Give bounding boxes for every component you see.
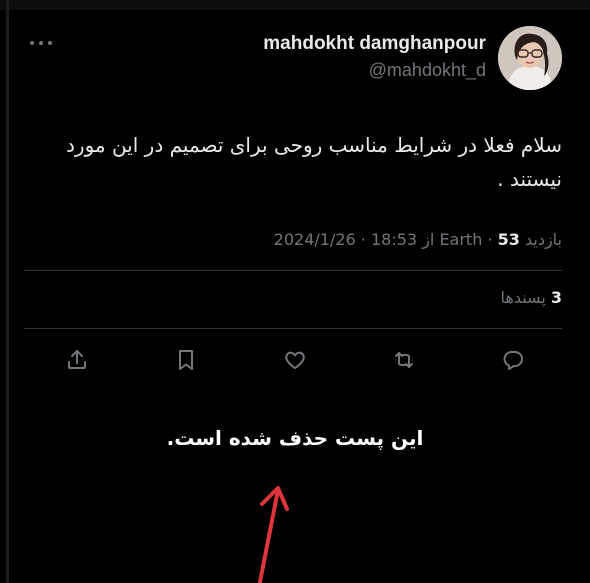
like-icon [285, 351, 305, 369]
more-options-button[interactable] [30, 36, 52, 50]
more-dot-icon [30, 41, 34, 45]
meta-date[interactable]: 2024/1/26 [274, 230, 356, 249]
user-avatar-photo-icon [498, 26, 562, 90]
repost-button[interactable] [389, 345, 419, 375]
views-count: 53 [497, 230, 520, 249]
more-dot-icon [39, 41, 43, 45]
arrow-annotation-icon [258, 486, 289, 583]
top-edge [0, 0, 590, 10]
more-dot-icon [48, 41, 52, 45]
author-handle[interactable]: @mahdokht_d [263, 57, 486, 83]
bookmark-button[interactable] [171, 345, 201, 375]
likes-number: 3 [550, 288, 562, 307]
likes-count[interactable]: 3 پسندها [501, 288, 563, 307]
meta-time[interactable]: 18:53 [371, 230, 417, 249]
views-label: بازدید [524, 230, 562, 249]
deleted-post-notice: این پست حذف شده است. [166, 426, 424, 450]
share-icon [68, 350, 86, 369]
reply-icon [503, 351, 523, 370]
thread-line [6, 0, 9, 583]
divider [24, 270, 562, 271]
author-block: mahdokht damghanpour @mahdokht_d [263, 32, 486, 83]
action-bar [62, 345, 528, 375]
share-button[interactable] [62, 345, 92, 375]
tweet-screen: mahdokht damghanpour @mahdokht_d سلام فع… [0, 0, 590, 583]
meta-location[interactable]: Earth [439, 230, 482, 249]
meta-from-word: از [422, 230, 435, 249]
post-text: سلام فعلا در شرایط مناسب روحی برای تصمیم… [66, 133, 562, 191]
like-button[interactable] [280, 345, 310, 375]
avatar[interactable] [498, 26, 562, 90]
repost-icon [395, 352, 413, 368]
divider [24, 328, 562, 329]
meta-separator: · [482, 230, 498, 249]
reply-button[interactable] [498, 345, 528, 375]
bookmark-icon [179, 350, 193, 370]
author-display-name[interactable]: mahdokht damghanpour [263, 32, 486, 56]
likes-label: پسندها [500, 288, 546, 307]
post-meta: 2024/1/26 · 18:53 از Earth · 53 بازدید [274, 230, 562, 249]
meta-separator: · [355, 230, 371, 249]
